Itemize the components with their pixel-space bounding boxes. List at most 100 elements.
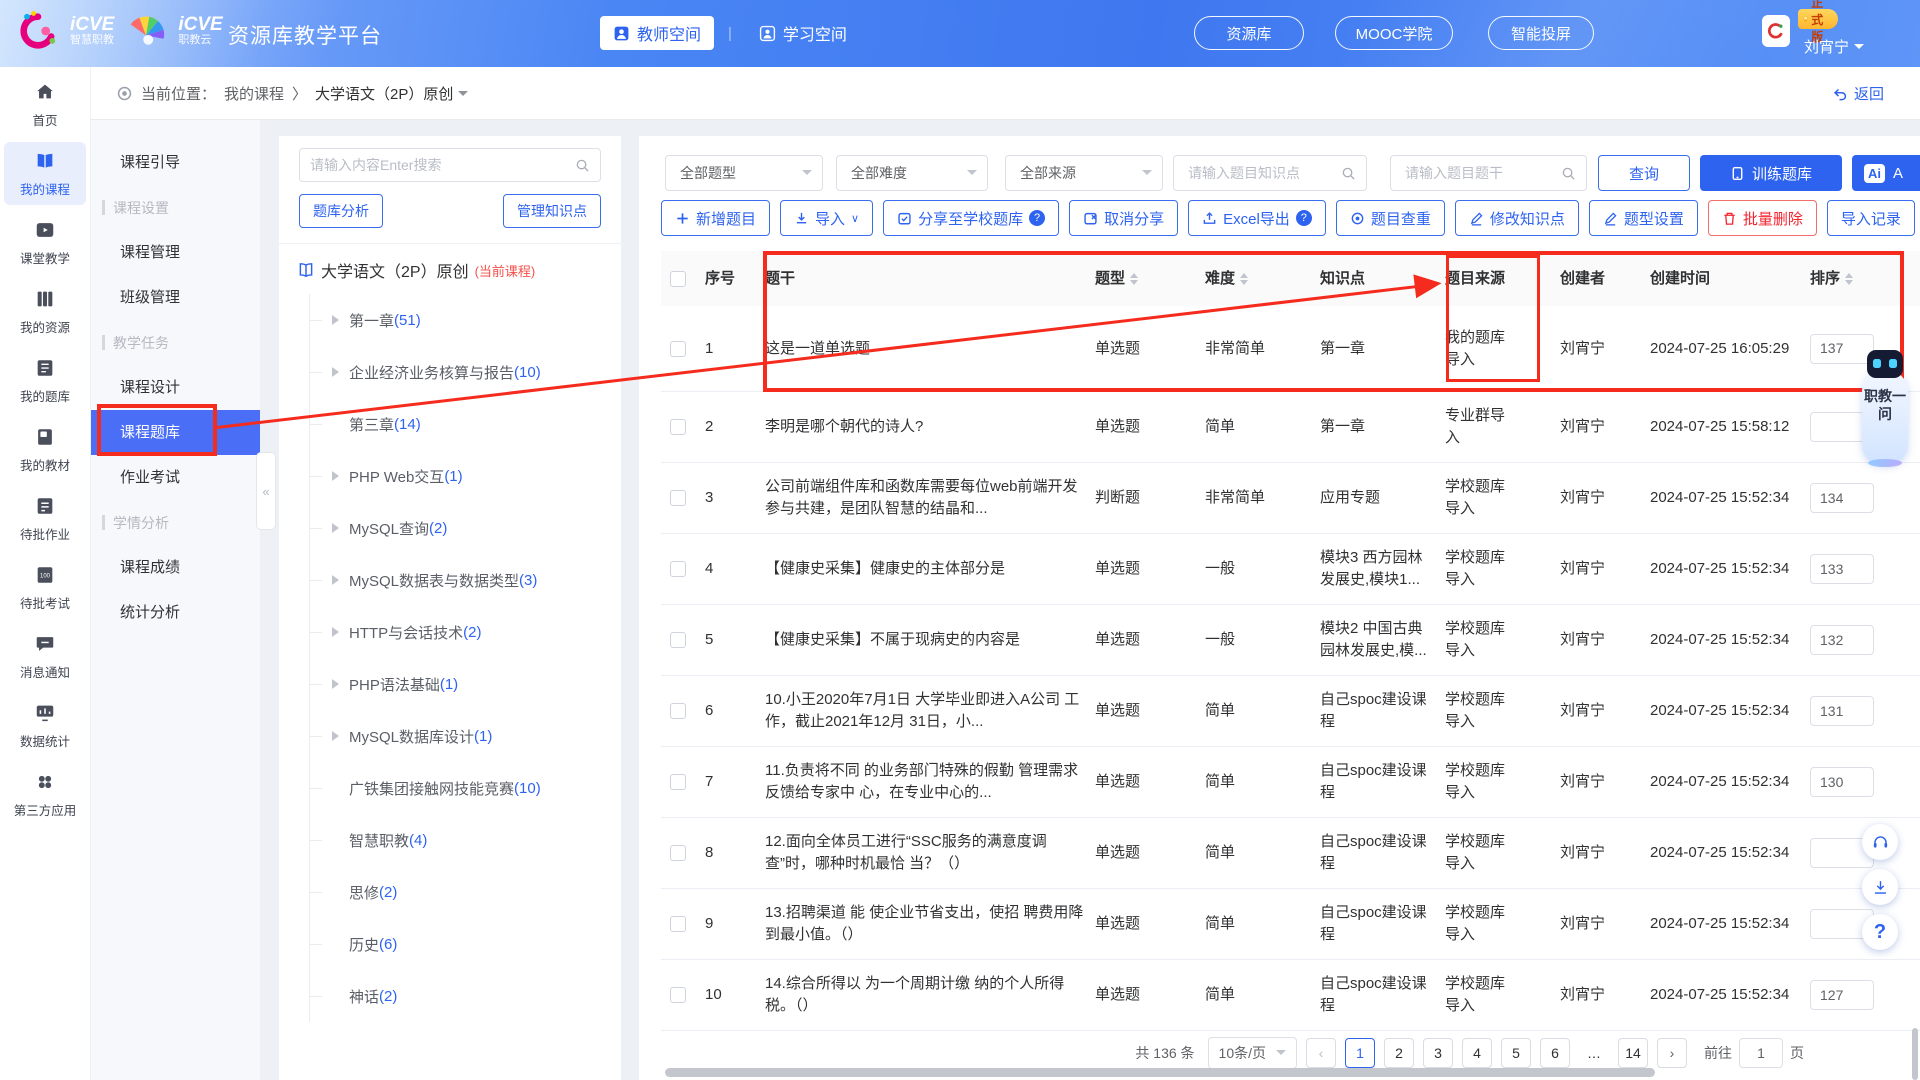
row-checkbox[interactable] <box>670 341 686 357</box>
query-button[interactable]: 查询 <box>1598 155 1690 191</box>
select-all-checkbox[interactable] <box>670 271 686 287</box>
tree-node[interactable]: MySQL数据库设计(1) <box>310 710 609 762</box>
column-header-difficulty[interactable]: 难度 <box>1205 268 1320 290</box>
question-type-settings-button[interactable]: 题型设置 <box>1589 200 1698 236</box>
row-checkbox[interactable] <box>670 703 686 719</box>
tree-node[interactable]: 第一章(51) <box>310 294 609 346</box>
question-type-select[interactable]: 全部题型 <box>665 155 823 191</box>
tree-node[interactable]: 历史(6) <box>310 918 609 970</box>
row-checkbox[interactable] <box>670 916 686 932</box>
import-button[interactable]: 导入∨ <box>780 200 873 236</box>
column-header-sort[interactable]: 排序 <box>1810 268 1920 290</box>
vertical-scrollbar[interactable] <box>1912 1028 1918 1080</box>
manage-knowledge-button[interactable]: 管理知识点 <box>503 194 601 228</box>
row-checkbox[interactable] <box>670 632 686 648</box>
page-button-4[interactable]: 4 <box>1462 1038 1492 1068</box>
tree-node[interactable]: 思修(2) <box>310 866 609 918</box>
sort-carets-icon[interactable] <box>1240 269 1248 289</box>
expand-caret-icon[interactable] <box>332 315 344 325</box>
tree-node[interactable]: 企业经济业务核算与报告(10) <box>310 346 609 398</box>
stem-search-input[interactable]: 请输入题目题干 <box>1405 163 1555 183</box>
batch-delete-button[interactable]: 批量删除 <box>1708 200 1817 236</box>
menu-item-course-management[interactable]: 课程管理 <box>90 230 260 275</box>
menu-item-statistics-analysis[interactable]: 统计分析 <box>90 590 260 635</box>
expand-caret-icon[interactable] <box>332 575 344 585</box>
help-icon[interactable]: ? <box>1029 210 1045 226</box>
row-checkbox[interactable] <box>670 419 686 435</box>
sort-carets-icon[interactable] <box>1845 269 1853 289</box>
tree-node[interactable]: MySQL数据表与数据类型(3) <box>310 554 609 606</box>
sort-order-input[interactable]: 133 <box>1810 554 1874 584</box>
column-header-type[interactable]: 题型 <box>1095 268 1205 290</box>
menu-item-course-question-bank[interactable]: 课程题库 <box>90 410 260 455</box>
excel-export-button[interactable]: Excel导出? <box>1188 200 1326 236</box>
help-button[interactable]: ? <box>1862 914 1898 950</box>
tree-node[interactable]: HTTP与会话技术(2) <box>310 606 609 658</box>
tree-node[interactable]: PHP语法基础(1) <box>310 658 609 710</box>
sidebar-item-home[interactable]: 首页 <box>4 73 86 136</box>
row-checkbox[interactable] <box>670 490 686 506</box>
question-bank-analysis-button[interactable]: 题库分析 <box>299 194 383 228</box>
sort-order-input[interactable]: 127 <box>1810 980 1874 1010</box>
tab-teacher-space[interactable]: 教师空间 <box>600 16 714 50</box>
add-question-button[interactable]: 新增题目 <box>661 200 770 236</box>
menu-item-course-guide[interactable]: 课程引导 <box>90 140 260 185</box>
menu-item-homework-exam[interactable]: 作业考试 <box>90 455 260 500</box>
row-checkbox[interactable] <box>670 845 686 861</box>
menu-item-course-grades[interactable]: 课程成绩 <box>90 545 260 590</box>
panel-collapse-handle[interactable]: « <box>256 452 276 530</box>
next-page-button[interactable]: › <box>1657 1038 1687 1068</box>
tree-node[interactable]: 第三章(14) <box>310 398 609 450</box>
page-button-14[interactable]: 14 <box>1618 1038 1648 1068</box>
sort-order-input[interactable]: 131 <box>1810 696 1874 726</box>
expand-caret-icon[interactable] <box>332 523 344 533</box>
customer-service-button[interactable] <box>1862 824 1898 860</box>
sidebar-item-third-party-apps[interactable]: 第三方应用 <box>4 763 86 826</box>
page-button-5[interactable]: 5 <box>1501 1038 1531 1068</box>
sort-order-input[interactable]: 132 <box>1810 625 1874 655</box>
sidebar-item-classroom-teaching[interactable]: 课堂教学 <box>4 211 86 274</box>
expand-caret-icon[interactable] <box>332 731 344 741</box>
user-menu[interactable]: 刘宵宁 <box>1804 36 1864 57</box>
import-record-button[interactable]: 导入记录 <box>1827 200 1915 236</box>
resource-library-button[interactable]: 资源库 <box>1194 16 1304 50</box>
row-checkbox[interactable] <box>670 561 686 577</box>
source-select[interactable]: 全部来源 <box>1005 155 1163 191</box>
sort-order-input[interactable]: 134 <box>1810 483 1874 513</box>
expand-caret-icon[interactable] <box>332 471 344 481</box>
sidebar-item-pending-homework[interactable]: 待批作业 <box>4 487 86 550</box>
sidebar-item-my-textbooks[interactable]: 我的教材 <box>4 418 86 481</box>
download-button[interactable] <box>1862 869 1898 905</box>
sidebar-item-messages[interactable]: 消息通知 <box>4 625 86 688</box>
difficulty-select[interactable]: 全部难度 <box>836 155 988 191</box>
sidebar-item-data-statistics[interactable]: 数据统计 <box>4 694 86 757</box>
page-button-2[interactable]: 2 <box>1384 1038 1414 1068</box>
tree-node[interactable]: 神话(2) <box>310 970 609 1022</box>
tree-node[interactable]: PHP Web交互(1) <box>310 450 609 502</box>
expand-caret-icon[interactable] <box>332 627 344 637</box>
tree-node[interactable]: 智慧职教(4) <box>310 814 609 866</box>
sidebar-item-my-courses[interactable]: 我的课程 <box>4 142 86 205</box>
tree-node[interactable]: MySQL查询(2) <box>310 502 609 554</box>
train-question-bank-button[interactable]: 训练题库 <box>1700 155 1842 191</box>
help-icon[interactable]: ? <box>1296 210 1312 226</box>
page-button-1[interactable]: 1 <box>1345 1038 1375 1068</box>
ai-assistant-widget[interactable]: 职教一问 <box>1858 347 1912 469</box>
sidebar-item-my-question-bank[interactable]: 我的题库 <box>4 349 86 412</box>
tree-search-input[interactable] <box>310 157 575 173</box>
back-button[interactable]: 返回 <box>1832 67 1884 120</box>
horizontal-scrollbar[interactable] <box>665 1068 1655 1077</box>
sidebar-item-my-resources[interactable]: 我的资源 <box>4 280 86 343</box>
knowledge-search-input[interactable]: 请输入题目知识点 <box>1188 163 1335 183</box>
cancel-share-button[interactable]: 取消分享 <box>1069 200 1178 236</box>
tree-node[interactable]: 广铁集团接触网技能竞赛(10) <box>310 762 609 814</box>
modify-knowledge-button[interactable]: 修改知识点 <box>1455 200 1579 236</box>
duplicate-check-button[interactable]: 题目查重 <box>1336 200 1445 236</box>
sidebar-item-pending-exams[interactable]: 100待批考试 <box>4 556 86 619</box>
jump-page-input[interactable] <box>1739 1038 1783 1068</box>
row-checkbox[interactable] <box>670 987 686 1003</box>
previous-page-button[interactable]: ‹ <box>1306 1038 1336 1068</box>
tree-root-course[interactable]: 大学语文（2P）原创 (当前课程) <box>297 258 535 282</box>
page-button-3[interactable]: 3 <box>1423 1038 1453 1068</box>
sort-order-input[interactable]: 130 <box>1810 767 1874 797</box>
